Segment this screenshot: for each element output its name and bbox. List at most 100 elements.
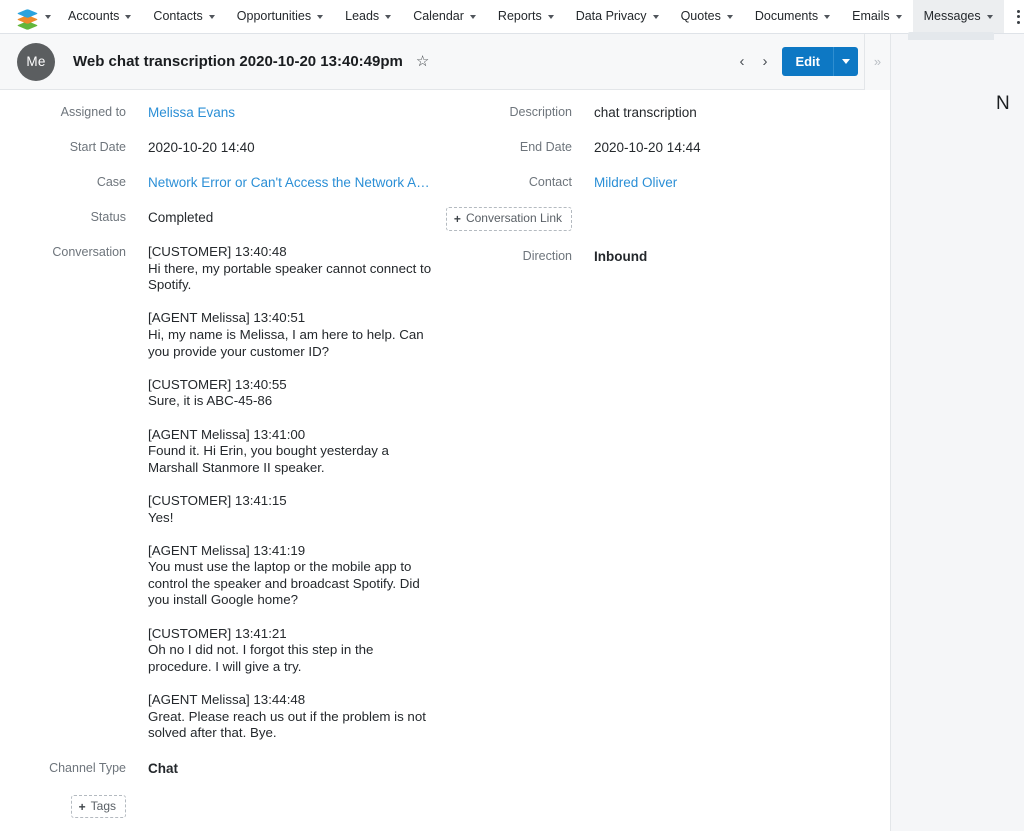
field-description: Description chat transcription [446,90,890,121]
chevron-down-icon [547,14,554,19]
nav-item-label: Messages [923,9,981,24]
chevron-down-icon [208,14,215,19]
chevron-down-icon [726,14,733,19]
nav-item-messages[interactable]: Messages [912,0,1004,33]
nav-items: Accounts Contacts Opportunities Leads Ca… [57,0,1024,33]
tags-button-slot: + Tags [0,794,126,819]
field-label: Start Date [69,140,126,154]
field-conversation: Conversation [CUSTOMER] 13:40:48 Hi ther… [0,226,446,742]
nav-item-data-privacy[interactable]: Data Privacy [565,0,670,33]
chevron-down-icon [842,59,850,64]
kebab-menu-icon[interactable] [1008,0,1024,33]
field-contact: Contact Mildred Oliver [446,156,890,191]
form-column-right: Description chat transcription End Date … [445,90,890,265]
field-label: Case [96,175,126,189]
description-value: chat transcription [594,105,697,120]
field-label: Status [90,210,126,224]
channel-type-value: Chat [148,760,178,776]
field-status: Status Completed [0,191,446,226]
field-channel-type: Channel Type Chat [0,742,446,777]
plus-icon: + [78,799,86,814]
side-panel-tab[interactable] [908,32,994,40]
field-label: End Date [519,140,572,154]
nav-item-label: Data Privacy [575,9,647,24]
edit-button[interactable]: Edit [782,46,833,77]
app-root: Accounts Contacts Opportunities Leads Ca… [0,0,1024,831]
nav-item-quotes[interactable]: Quotes [670,0,744,33]
field-case: Case Network Error or Can't Access the N… [0,156,446,191]
field-label: Description [509,105,572,119]
record-detail-form: Assigned to Melissa Evans Start Date 202… [0,90,890,831]
nav-item-label: Emails [852,9,890,24]
nav-item-label: Accounts [68,9,120,24]
nav-item-label: Calendar [413,9,464,24]
add-conversation-link-button[interactable]: + Conversation Link [445,207,572,231]
field-end-date: End Date 2020-10-20 14:44 [446,121,890,156]
avatar: Me [17,42,55,81]
form-column-left: Assigned to Melissa Evans Start Date 202… [0,90,446,831]
chevron-down-icon [895,14,902,19]
chevron-down-icon [385,14,392,19]
add-tags-button[interactable]: + Tags [70,794,126,819]
nav-item-reports[interactable]: Reports [487,0,565,33]
nav-item-label: Contacts [153,9,203,24]
field-label: Conversation [52,245,126,259]
expand-side-panel-icon[interactable]: » [864,33,890,90]
nav-item-opportunities[interactable]: Opportunities [226,0,334,33]
app-logo-button[interactable] [0,0,57,33]
chevron-right-icon[interactable]: › [753,54,776,69]
nav-item-calendar[interactable]: Calendar [402,0,487,33]
direction-value: Inbound [594,248,648,264]
layers-stack-logo-icon [18,6,39,27]
nav-item-documents[interactable]: Documents [744,0,841,33]
nav-item-label: Documents [754,9,819,24]
contact-link[interactable]: Mildred Oliver [594,174,890,191]
case-link[interactable]: Network Error or Can't Access the Networ… [148,174,446,191]
conversation-link-button-slot: + Conversation Link [445,207,572,231]
chevron-down-icon [986,14,993,19]
field-conversation-link: + Conversation Link [445,191,890,231]
chevron-left-icon[interactable]: ‹ [730,54,753,69]
chevron-down-icon [652,14,659,19]
start-date-value: 2020-10-20 14:40 [148,140,255,155]
chevron-down-icon[interactable] [45,14,51,19]
nav-item-contacts[interactable]: Contacts [142,0,225,33]
record-header-actions: ‹ › Edit » [730,33,890,90]
page-title: Web chat transcription 2020-10-20 13:40:… [73,53,403,70]
nav-item-label: Quotes [680,9,721,24]
field-teams: Teams Global (Primary) [0,818,446,831]
edit-dropdown-button[interactable] [833,46,858,77]
field-start-date: Start Date 2020-10-20 14:40 [0,121,446,156]
field-label: Assigned to [60,105,126,119]
nav-item-leads[interactable]: Leads [334,0,402,33]
field-tags: + Tags [0,777,446,819]
end-date-value: 2020-10-20 14:44 [594,140,701,155]
side-panel: N [890,32,1024,831]
chevron-down-icon [824,14,831,19]
field-label: Direction [522,248,572,263]
nav-item-accounts[interactable]: Accounts [57,0,142,33]
nav-item-label: Leads [345,9,380,24]
side-panel-title: N [996,93,1010,114]
chevron-down-icon [469,14,476,19]
nav-item-label: Opportunities [236,9,312,24]
conversation-transcript: [CUSTOMER] 13:40:48 Hi there, my portabl… [148,244,432,741]
nav-item-emails[interactable]: Emails [841,0,913,33]
field-label: Contact [528,175,572,189]
chevron-down-icon [125,14,132,19]
chevron-down-icon [317,14,324,19]
add-conversation-link-label: Conversation Link [465,211,562,225]
nav-item-label: Reports [497,9,542,24]
status-value: Completed [148,210,214,225]
top-navigation-bar: Accounts Contacts Opportunities Leads Ca… [0,0,1024,34]
plus-icon: + [453,211,461,226]
record-header: Me Web chat transcription 2020-10-20 13:… [0,33,890,90]
edit-button-group: Edit [782,46,858,77]
conversation-value-wrap: [CUSTOMER] 13:40:48 Hi there, my portabl… [148,244,446,742]
add-tags-label: Tags [90,798,116,813]
field-label: Channel Type [49,760,126,775]
star-outline-icon[interactable]: ☆ [416,54,429,69]
field-assigned-to: Assigned to Melissa Evans [0,90,446,121]
field-direction: Direction Inbound [446,231,890,265]
assigned-to-link[interactable]: Melissa Evans [148,104,446,121]
